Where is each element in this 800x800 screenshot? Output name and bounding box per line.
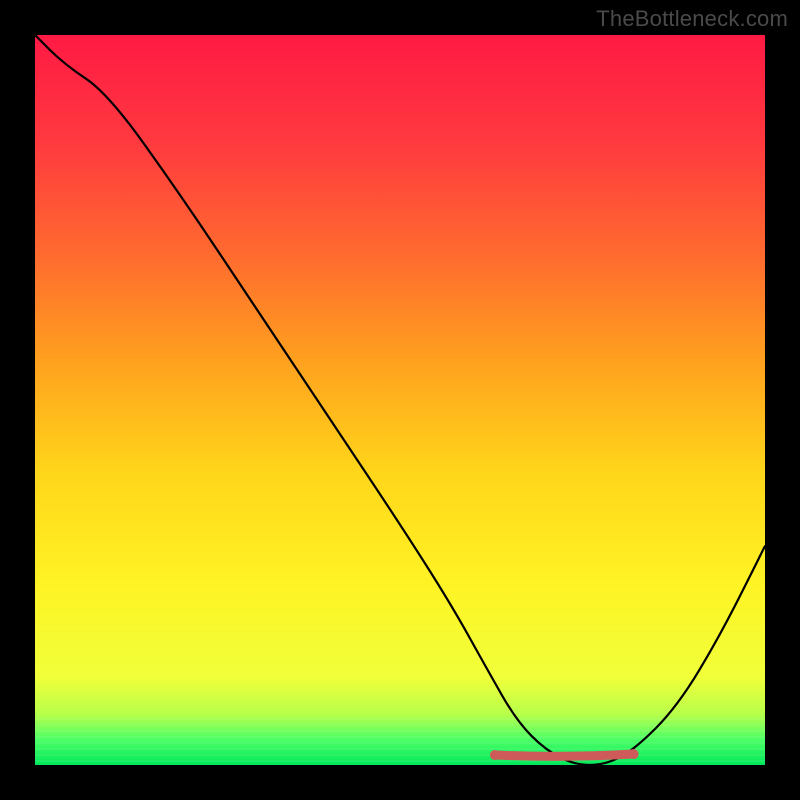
watermark-text: TheBottleneck.com — [596, 6, 788, 32]
chart-root: TheBottleneck.com — [0, 0, 800, 800]
optimal-region-start-dot — [490, 750, 500, 760]
optimal-region-end-dot — [629, 749, 639, 759]
bottleneck-chart — [0, 0, 800, 800]
optimal-region-marker — [495, 754, 634, 756]
